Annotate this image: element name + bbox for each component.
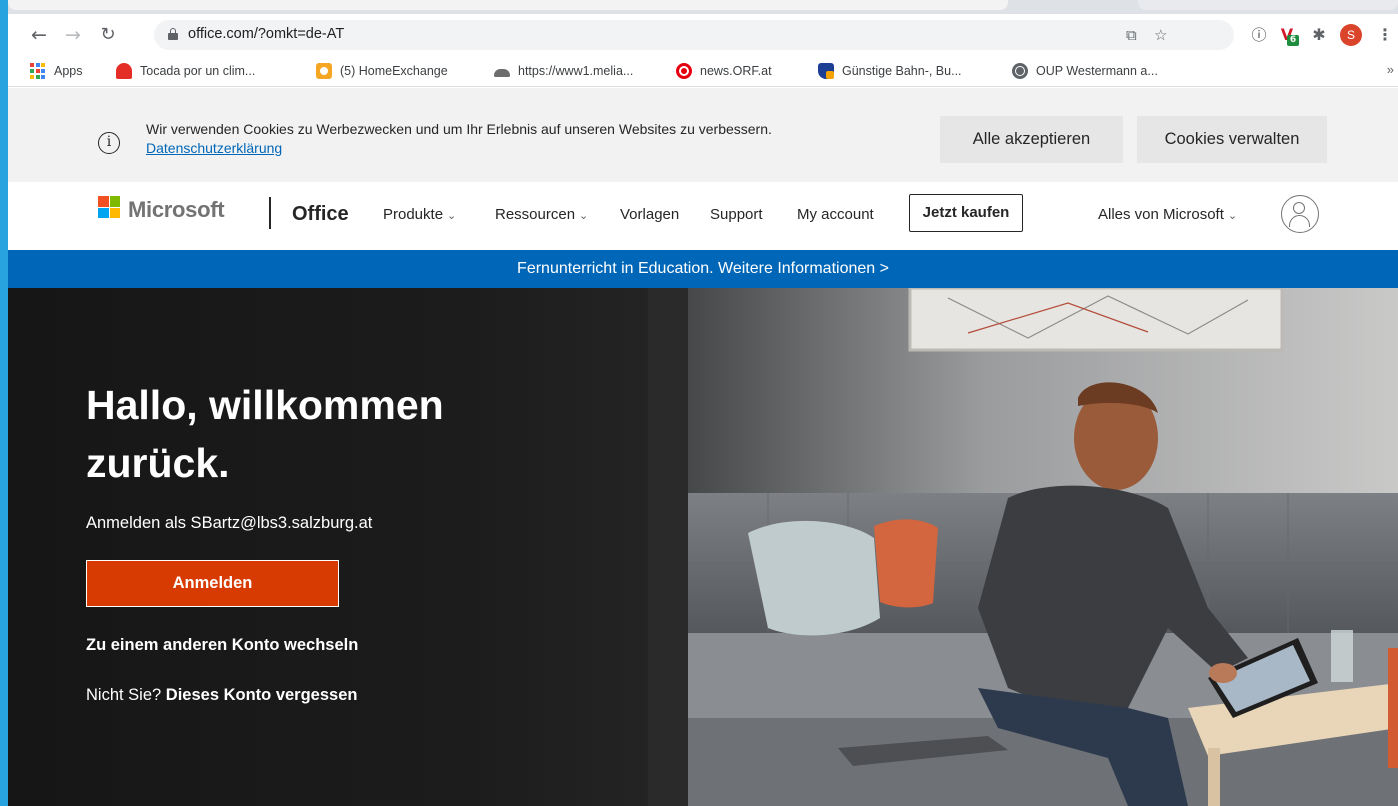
open-in-app-icon[interactable]: ⧉ <box>1126 26 1137 44</box>
browser-toolbar: ← → ↻ office.com/?omkt=de-AT ⧉ ☆ ⓘ V6 ✱ … <box>8 14 1398 54</box>
menu-kebab-icon[interactable]: ⋮ <box>1374 24 1396 46</box>
lock-icon[interactable] <box>168 28 178 40</box>
orf-icon <box>676 63 692 79</box>
switch-account-link[interactable]: Zu einem anderen Konto wechseln <box>86 636 358 655</box>
bookmark-apps[interactable]: Apps <box>30 62 83 80</box>
address-bar[interactable]: office.com/?omkt=de-AT ⧉ ☆ <box>154 20 1234 50</box>
url-text[interactable]: office.com/?omkt=de-AT <box>188 26 344 42</box>
extension-badge: 6 <box>1287 35 1299 46</box>
nav-all-microsoft[interactable]: Alles von Microsoft ⌄ <box>1098 206 1237 223</box>
cookie-banner: i Wir verwenden Cookies zu Werbezwecken … <box>8 88 1398 182</box>
nav-products[interactable]: Produkte ⌄ <box>383 206 456 223</box>
chevron-down-icon: ⌄ <box>579 209 589 222</box>
site-header: Microsoft Office Produkte ⌄ Ressourcen ⌄ V… <box>8 182 1398 250</box>
tab-strip <box>8 0 1398 14</box>
bookmark-star-icon[interactable]: ☆ <box>1154 26 1167 44</box>
nav-resources-label: Ressourcen <box>495 206 576 223</box>
bookmark-orf[interactable]: news.ORF.at <box>676 62 772 80</box>
melia-icon <box>494 69 510 77</box>
nav-my-account[interactable]: My account <box>797 206 874 223</box>
accept-cookies-button[interactable]: Alle akzeptieren <box>940 116 1123 163</box>
education-banner[interactable]: Fernunterricht in Education. Weitere Inf… <box>8 250 1398 288</box>
apps-grid-icon <box>30 63 46 79</box>
forget-account-link[interactable]: Dieses Konto vergessen <box>166 686 358 704</box>
manage-cookies-button[interactable]: Cookies verwalten <box>1137 116 1327 163</box>
nav-support[interactable]: Support <box>710 206 763 223</box>
bookmarks-overflow-icon[interactable]: » <box>1387 62 1394 77</box>
buy-now-button[interactable]: Jetzt kaufen <box>909 194 1023 232</box>
nav-all-microsoft-label: Alles von Microsoft <box>1098 206 1224 223</box>
cookie-text: Wir verwenden Cookies zu Werbezwecken un… <box>146 120 806 158</box>
password-manager-icon[interactable]: ⓘ <box>1248 24 1270 46</box>
globe-icon <box>1012 63 1028 79</box>
bookmark-tocada[interactable]: Tocada por un clim... <box>116 62 255 80</box>
office-link[interactable]: Office <box>292 203 349 226</box>
hero-left-panel <box>8 288 658 806</box>
bookmark-label: OUP Westermann a... <box>1036 64 1158 78</box>
reload-icon[interactable]: ↻ <box>95 22 121 48</box>
bookmark-label: Apps <box>54 64 83 78</box>
signed-in-as-text: Anmelden als SBartz@lbs3.salzburg.at <box>86 514 373 532</box>
bookmark-homeexchange[interactable]: (5) HomeExchange <box>316 62 448 80</box>
chevron-down-icon: ⌄ <box>1227 209 1238 222</box>
bahn-icon <box>818 63 834 79</box>
bookmark-label: (5) HomeExchange <box>340 64 448 78</box>
signin-button[interactable]: Anmelden <box>86 560 339 607</box>
profile-avatar[interactable]: S <box>1340 24 1362 46</box>
homeexchange-icon <box>316 63 332 79</box>
extensions-puzzle-icon[interactable]: ✱ <box>1308 24 1330 46</box>
red-house-icon <box>116 63 132 79</box>
hero-title: Hallo, willkommen zurück. <box>86 382 444 486</box>
forward-arrow-icon[interactable]: → <box>60 22 86 48</box>
nav-templates[interactable]: Vorlagen <box>620 206 679 223</box>
nav-resources[interactable]: Ressourcen ⌄ <box>495 206 588 223</box>
header-divider <box>269 197 271 229</box>
hero-photo <box>648 288 1398 806</box>
bookmark-bahn[interactable]: Günstige Bahn-, Bu... <box>818 62 962 80</box>
chevron-down-icon: ⌄ <box>447 209 457 222</box>
browser-window: ← → ↻ office.com/?omkt=de-AT ⧉ ☆ ⓘ V6 ✱ … <box>8 0 1398 806</box>
not-you-text: Nicht Sie? Dieses Konto vergessen <box>86 686 357 705</box>
bookmark-melia[interactable]: https://www1.melia... <box>494 62 633 80</box>
bookmarks-bar: Apps Tocada por un clim... (5) HomeExcha… <box>8 54 1398 87</box>
bookmark-label: https://www1.melia... <box>518 64 634 78</box>
account-avatar-icon[interactable] <box>1281 195 1319 233</box>
tab[interactable] <box>8 0 1008 10</box>
bookmark-label: Tocada por un clim... <box>140 64 256 78</box>
bookmark-label: news.ORF.at <box>700 64 772 78</box>
nav-products-label: Produkte <box>383 206 444 223</box>
not-you-label: Nicht Sie? <box>86 686 162 704</box>
hero-section: Hallo, willkommen zurück. Anmelden als S… <box>8 288 1398 806</box>
cookie-message: Wir verwenden Cookies zu Werbezwecken un… <box>146 121 772 137</box>
tab[interactable] <box>1138 0 1398 10</box>
bookmark-oup[interactable]: OUP Westermann a... <box>1012 62 1158 80</box>
extension-v-icon[interactable]: V6 <box>1276 24 1299 46</box>
microsoft-logo-icon[interactable] <box>98 196 120 218</box>
info-icon: i <box>98 132 120 154</box>
privacy-link[interactable]: Datenschutzerklärung <box>146 140 282 156</box>
back-arrow-icon[interactable]: ← <box>26 22 52 48</box>
bookmark-label: Günstige Bahn-, Bu... <box>842 64 962 78</box>
microsoft-wordmark[interactable]: Microsoft <box>128 197 225 223</box>
